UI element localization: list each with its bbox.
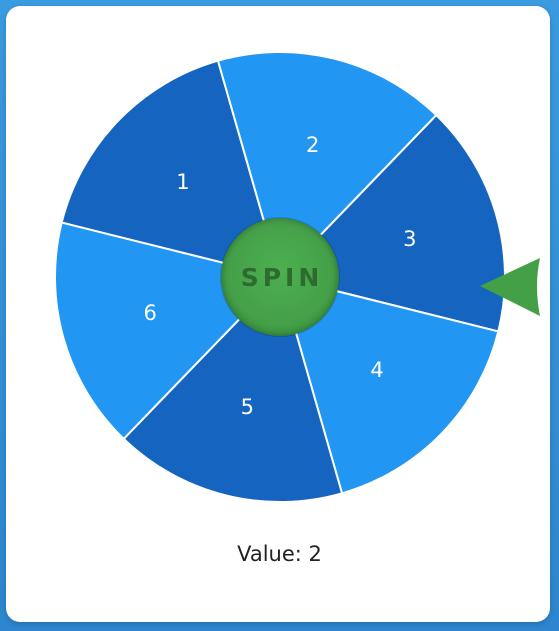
wheel-segment-label-2: 2 [306, 133, 319, 157]
wheel-segment-label-3: 3 [403, 227, 416, 251]
spin-button[interactable]: SPIN [221, 218, 339, 336]
pointer-arrow-icon [480, 258, 540, 316]
wheel-segment-label-6: 6 [144, 301, 157, 325]
spin-button-label: SPIN [240, 262, 324, 292]
wheel-segment-label-5: 5 [241, 395, 254, 419]
wheel-segment-label-4: 4 [370, 358, 383, 382]
wheel-segment-label-1: 1 [176, 170, 189, 194]
result-value: Value: 2 [237, 542, 322, 566]
